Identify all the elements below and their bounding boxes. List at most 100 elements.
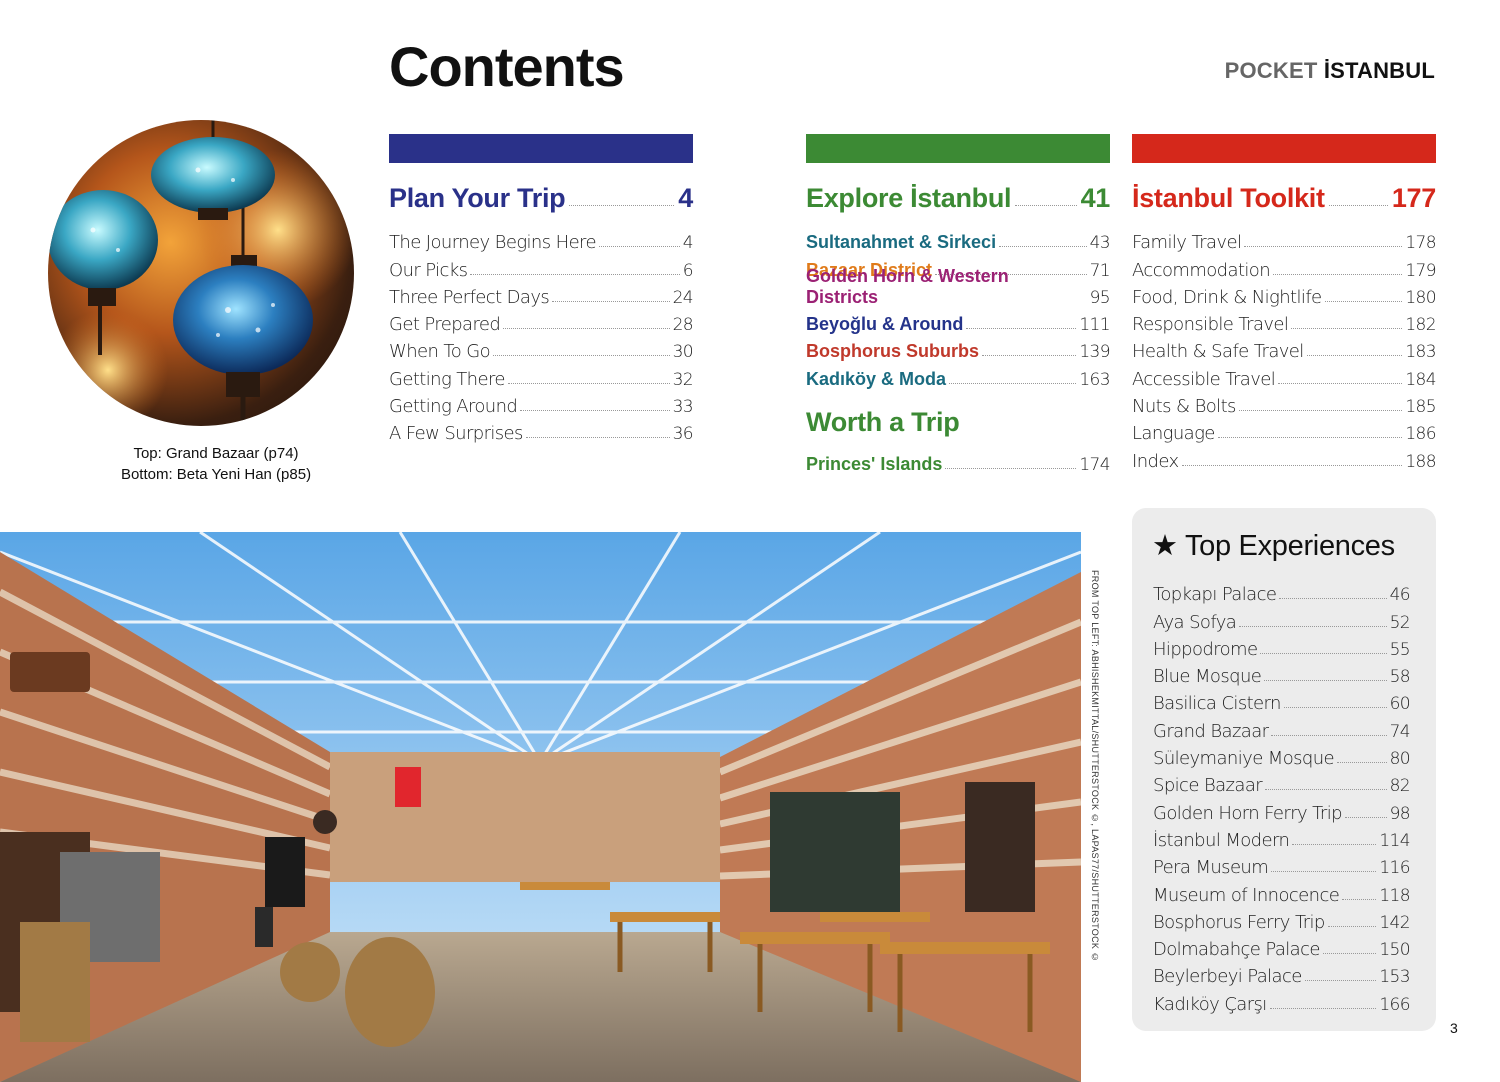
toc-entry[interactable]: Golden Horn & Western Districts 95 — [806, 266, 1111, 308]
toc-entry[interactable]: A Few Surprises 36 — [389, 417, 694, 444]
toc-entry-page: 184 — [1405, 369, 1436, 390]
toc-entry-page: 183 — [1405, 342, 1436, 363]
toc-entry[interactable]: Index 188 — [1132, 444, 1437, 472]
toc-entry[interactable]: Hippodrome 55 — [1153, 633, 1411, 660]
toc-entry[interactable]: Getting There 32 — [389, 362, 694, 390]
toc-entry[interactable]: Health & Safe Travel 183 — [1132, 335, 1437, 363]
toc-entry[interactable]: Nuts & Bolts 185 — [1132, 390, 1437, 418]
toc-entry[interactable]: Pera Museum 116 — [1153, 851, 1411, 879]
toc-entry-label: Index — [1132, 450, 1179, 472]
toc-entry-label: Pera Museum — [1153, 857, 1269, 879]
toc-entry[interactable]: Three Perfect Days 24 — [389, 281, 694, 308]
worth-list: Princes' Islands 174 — [806, 448, 1111, 475]
toc-entry[interactable]: Spice Bazaar 82 — [1153, 769, 1411, 797]
toc-entry[interactable]: Sultanahmet & Sirkeci 43 — [806, 226, 1111, 253]
toc-entry-page: 32 — [672, 369, 694, 390]
brand-pocket: POCKET — [1224, 58, 1318, 83]
toc-entry[interactable]: Golden Horn Ferry Trip 98 — [1153, 796, 1411, 824]
toc-entry[interactable]: Get Prepared 28 — [389, 308, 694, 336]
leader-dots — [999, 246, 1087, 248]
toc-entry[interactable]: Beyoğlu & Around 111 — [806, 308, 1111, 336]
toc-entry-page: 28 — [672, 315, 694, 336]
leader-dots — [1239, 625, 1387, 627]
leader-dots — [1015, 205, 1077, 206]
toc-entry[interactable]: Museum of Innocence 118 — [1153, 878, 1411, 906]
toc-entry-label: Beylerbeyi Palace — [1153, 966, 1302, 988]
toc-entry[interactable]: Family Travel 178 — [1132, 226, 1437, 253]
leader-dots — [470, 273, 680, 275]
toc-entry-page: 6 — [682, 260, 694, 281]
toolkit-title: İstanbul Toolkit — [1132, 183, 1325, 213]
leader-dots — [493, 355, 670, 357]
explore-title: Explore İstanbul — [806, 183, 1012, 213]
toc-entry-label: Language — [1132, 423, 1215, 445]
toc-entry-label: Getting Around — [389, 396, 518, 418]
plan-heading[interactable]: Plan Your Trip 4 — [389, 180, 693, 214]
toolkit-page: 177 — [1391, 183, 1436, 213]
toc-entry[interactable]: Blue Mosque 58 — [1153, 660, 1411, 688]
toc-entry[interactable]: Dolmabahçe Palace 150 — [1153, 933, 1411, 960]
toolkit-list: Family Travel 178 Accommodation 179 Food, Dr… — [1132, 226, 1437, 472]
toc-entry[interactable]: Topkapı Palace 46 — [1153, 578, 1411, 605]
leader-dots — [1291, 328, 1403, 330]
leader-dots — [552, 300, 670, 302]
toc-entry-label: Bosphorus Ferry Trip — [1153, 911, 1325, 933]
explore-heading[interactable]: Explore İstanbul 41 — [806, 180, 1110, 214]
toc-entry-label: Hippodrome — [1153, 638, 1258, 660]
toc-entry[interactable]: Bosphorus Ferry Trip 142 — [1153, 906, 1411, 933]
toc-entry[interactable]: The Journey Begins Here 4 — [389, 226, 694, 254]
toc-entry-page: 74 — [1389, 721, 1411, 742]
toolkit-heading[interactable]: İstanbul Toolkit 177 — [1132, 180, 1436, 214]
toc-entry-label: Nuts & Bolts — [1132, 396, 1236, 418]
toc-entry-page: 153 — [1379, 967, 1410, 988]
plan-page: 4 — [678, 183, 693, 213]
brand-city: İSTANBUL — [1323, 58, 1435, 83]
toc-entry[interactable]: Beylerbeyi Palace 153 — [1153, 960, 1411, 988]
toc-entry[interactable]: Language 186 — [1132, 417, 1437, 445]
leader-dots — [1271, 871, 1377, 873]
toc-entry-label: Basilica Cistern — [1153, 693, 1281, 715]
caption-bottom: Bottom: Beta Yeni Han (p85) — [120, 466, 312, 483]
leader-dots — [1304, 980, 1377, 982]
leader-dots — [949, 382, 1077, 384]
toc-entry-label: Kadıköy & Moda — [806, 368, 947, 389]
toc-entry-page: 179 — [1405, 260, 1436, 281]
toc-entry[interactable]: Aya Sofya 52 — [1153, 605, 1411, 633]
toc-entry-label: The Journey Begins Here — [389, 232, 597, 254]
toc-entry-page: 82 — [1389, 776, 1411, 797]
toc-entry[interactable]: Getting Around 33 — [389, 390, 694, 418]
toc-entry-page: 58 — [1389, 667, 1411, 688]
toc-entry-page: 139 — [1079, 342, 1110, 363]
toc-entry[interactable]: When To Go 30 — [389, 335, 694, 362]
leader-dots — [1181, 464, 1403, 466]
brand-logo: POCKET İSTANBUL — [1225, 58, 1435, 84]
toc-entry[interactable]: Kadıköy & Moda 163 — [806, 362, 1111, 390]
toc-entry-page: 111 — [1079, 315, 1110, 336]
toc-entry[interactable]: Bosphorus Suburbs 139 — [806, 335, 1111, 363]
toc-entry[interactable]: Süleymaniye Mosque 80 — [1153, 742, 1411, 769]
plan-title: Plan Your Trip — [389, 183, 566, 213]
toc-entry-label: Accommodation — [1132, 259, 1271, 281]
toc-entry[interactable]: İstanbul Modern 114 — [1153, 824, 1411, 851]
toc-entry-page: 180 — [1405, 287, 1436, 308]
leader-dots — [1337, 762, 1387, 764]
leader-dots — [1238, 410, 1403, 412]
leader-dots — [1278, 382, 1403, 384]
explore-color-bar — [806, 134, 1110, 163]
toc-entry[interactable]: Accessible Travel 184 — [1132, 362, 1437, 390]
toc-entry[interactable]: Our Picks 6 — [389, 253, 694, 281]
toc-entry[interactable]: Accommodation 179 — [1132, 253, 1437, 281]
toc-entry-page: 4 — [682, 233, 694, 254]
toc-entry-page: 95 — [1089, 287, 1111, 308]
toc-entry-page: 166 — [1379, 994, 1410, 1015]
toc-entry[interactable]: Basilica Cistern 60 — [1153, 687, 1411, 715]
leader-dots — [598, 246, 680, 248]
toc-entry[interactable]: Food, Drink & Nightlife 180 — [1132, 281, 1437, 308]
toc-entry[interactable]: Grand Bazaar 74 — [1153, 714, 1411, 742]
toc-entry-page: 98 — [1389, 803, 1411, 824]
toc-entry-page: 60 — [1389, 694, 1411, 715]
toc-entry[interactable]: Responsible Travel 182 — [1132, 308, 1437, 335]
toc-entry[interactable]: Princes' Islands 174 — [806, 448, 1111, 475]
toc-entry[interactable]: Kadıköy Çarşı 166 — [1153, 987, 1411, 1015]
leader-dots — [1328, 205, 1388, 206]
